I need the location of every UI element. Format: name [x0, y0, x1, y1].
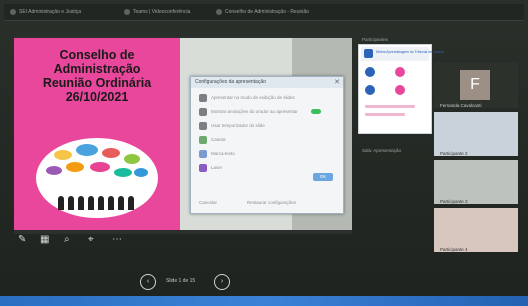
person-silhouette-icon	[78, 196, 84, 210]
dialog-title: Configurações da apresentação	[191, 77, 343, 88]
meeting-window: SEI Administração e Justiça Teams | Vide…	[0, 0, 528, 306]
building-icon	[365, 85, 375, 95]
pen-icon	[199, 136, 207, 144]
badge-icon	[395, 67, 405, 77]
next-slide-button[interactable]: ›	[214, 274, 230, 290]
person-silhouette-icon	[108, 196, 114, 210]
speech-bubble-icon	[90, 162, 110, 172]
pointer-icon[interactable]: ⌖	[88, 234, 94, 245]
participant-tile[interactable]	[434, 112, 518, 156]
person-silhouette-icon	[88, 196, 94, 210]
slide-title-line: Administração	[53, 62, 141, 76]
slide-title-line: Conselho de	[59, 48, 135, 62]
speech-bubble-icon	[124, 154, 140, 164]
person-silhouette-icon	[128, 196, 134, 210]
option-label: Caneta	[211, 137, 226, 142]
monitor-icon	[199, 94, 207, 102]
options-icon[interactable]: ⋯	[112, 234, 122, 245]
option-label: Mostrar anotações do orador ao apresenta…	[211, 109, 298, 114]
dialog-option[interactable]: Usar temporizador do slide	[199, 121, 335, 131]
pen-icon[interactable]: ✎	[18, 234, 26, 245]
tab-icon	[216, 8, 222, 15]
slide-counter: Slide 1 de 15	[166, 278, 196, 284]
person-silhouette-icon	[68, 196, 74, 210]
dialog-option[interactable]: Caneta	[199, 135, 335, 145]
person-silhouette-icon	[98, 196, 104, 210]
content-line	[365, 105, 415, 108]
person-silhouette-icon	[118, 196, 124, 210]
participant-name: Fernanda Cavalcanti	[440, 103, 482, 108]
dialog-option[interactable]: Laser	[199, 163, 335, 173]
speech-bubble-icon	[54, 150, 72, 160]
search-icon[interactable]: ⌕	[64, 234, 70, 245]
slide-title-line: Reunião Ordinária	[42, 76, 152, 90]
option-label: Usar temporizador do slide	[211, 123, 265, 128]
participant-name: Participante 2	[440, 151, 468, 156]
speech-bubble-icon	[76, 144, 98, 156]
highlighter-icon	[199, 150, 207, 158]
panel-title: Minha Aprendizagem do Tribunal de Justiç…	[376, 50, 444, 54]
tab-2[interactable]: Teams | Videoconferência	[124, 7, 214, 17]
slide-date: 26/10/2021	[65, 90, 129, 104]
person-silhouette-icon	[58, 196, 64, 210]
tab-label: Conselho de Administração - Reunião	[225, 9, 309, 15]
laser-icon	[199, 164, 207, 172]
dialog-option[interactable]: Apresentar no modo de exibição de slides	[199, 93, 335, 103]
room-label: Sala: Apresentação	[362, 148, 402, 153]
current-slide[interactable]: Conselho de Administração Reunião Ordiná…	[14, 38, 180, 230]
slide-navigation: ‹ Slide 1 de 15 ›	[140, 274, 230, 290]
option-label: Apresentar no modo de exibição de slides	[211, 95, 295, 100]
layout-icon[interactable]: ▦	[40, 234, 49, 245]
ok-button[interactable]: OK	[313, 173, 333, 181]
badge-icon	[395, 85, 405, 95]
previous-slide-button[interactable]: ‹	[140, 274, 156, 290]
participant-name: Participante 4	[440, 247, 468, 252]
notes-icon	[199, 108, 207, 116]
speech-bubbles-illustration	[36, 138, 158, 218]
tab-3[interactable]: Conselho de Administração - Reunião	[216, 7, 346, 17]
cancel-button[interactable]: Cancelar	[199, 200, 217, 205]
dialog-option[interactable]: Marca-texto	[199, 149, 335, 159]
shared-content-panel[interactable]: Minha Aprendizagem do Tribunal de Justiç…	[358, 44, 444, 134]
tab-icon	[10, 8, 16, 15]
institution-logo-icon	[364, 49, 373, 58]
avatar: F	[460, 70, 490, 100]
taskbar	[0, 296, 528, 306]
tab-label: SEI Administração e Justiça	[19, 9, 81, 15]
option-label: Laser	[211, 165, 223, 170]
speech-bubble-icon	[46, 166, 62, 175]
speech-bubble-icon	[66, 162, 84, 172]
panel-header: Minha Aprendizagem do Tribunal de Justiç…	[361, 47, 444, 61]
speech-bubble-icon	[134, 168, 148, 177]
tab-1[interactable]: SEI Administração e Justiça	[10, 7, 120, 17]
speech-bubble-icon	[114, 168, 132, 177]
content-line	[365, 113, 405, 116]
restore-settings-link[interactable]: Restaurar configurações	[247, 200, 296, 205]
title-bar: SEI Administração e Justiça Teams | Vide…	[4, 4, 524, 21]
option-label: Marca-texto	[211, 151, 235, 156]
dialog-option[interactable]: Mostrar anotações do orador ao apresenta…	[199, 107, 335, 117]
presentation-settings-dialog: Configurações da apresentação ✕ Apresent…	[190, 76, 344, 214]
building-icon	[365, 67, 375, 77]
timer-icon	[199, 122, 207, 130]
participants-label: Participantes	[362, 37, 389, 42]
option-toggle[interactable]	[311, 109, 321, 114]
participant-name: Participante 3	[440, 199, 468, 204]
participant-tile[interactable]	[434, 208, 518, 252]
speech-bubble-icon	[102, 148, 120, 158]
tab-icon	[124, 8, 130, 15]
participant-tile[interactable]	[434, 160, 518, 204]
tab-label: Teams | Videoconferência	[133, 9, 191, 15]
close-icon[interactable]: ✕	[334, 77, 340, 88]
slide-title: Conselho de Administração Reunião Ordiná…	[14, 48, 180, 104]
